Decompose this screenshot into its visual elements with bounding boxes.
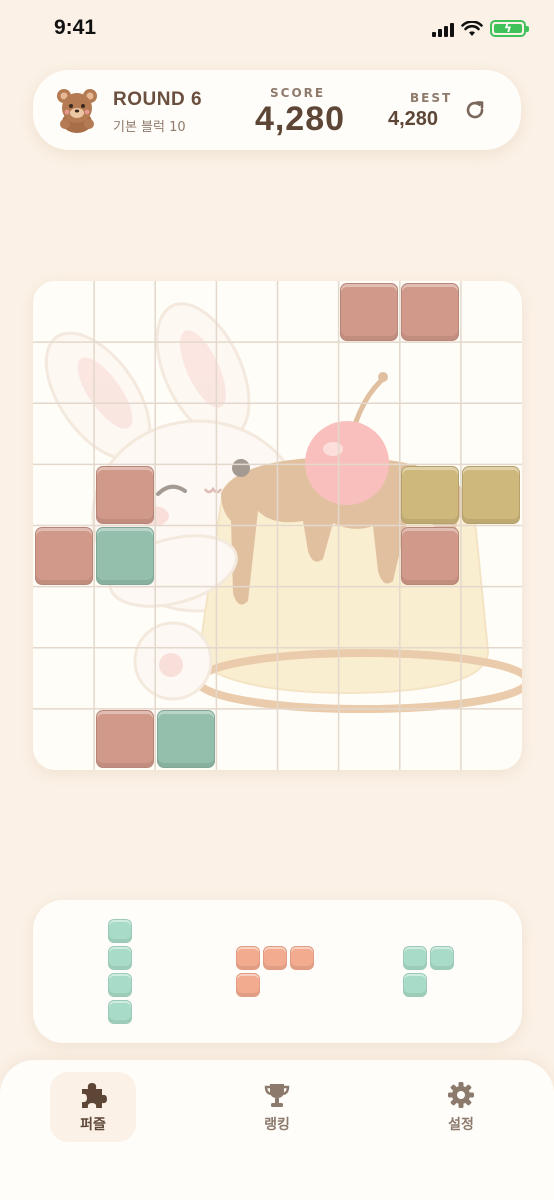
piece-cell [263,945,287,970]
placed-block-rose [401,527,460,585]
restart-icon[interactable] [461,96,489,124]
nav-item-ranking[interactable]: 랭킹 [234,1072,320,1142]
gear-icon [448,1082,474,1108]
best-value: 4,280 [388,108,439,130]
battery-charging-icon: ϟ [490,20,529,37]
piece-cell [108,999,132,1024]
piece-cell [108,918,132,943]
piece-cell [108,972,132,997]
nav-label-ranking: 랭킹 [264,1117,290,1133]
wifi-icon [461,20,483,36]
piece-cell [108,945,132,970]
placed-block-mustard [462,465,521,524]
piece-tray [33,900,522,1043]
score-header-card: ROUND 6 기본 블럭 10 SCORE 4,280 BEST 4,280 [33,70,521,150]
status-icons: ϟ [432,20,529,37]
placed-block-mustard [401,465,460,524]
score-label: SCORE [270,86,326,100]
trophy-icon [264,1084,290,1107]
placed-block-rose [95,710,154,769]
placed-block-rose [34,527,93,585]
status-bar: 9:41 ϟ [0,0,554,60]
status-time: 9:41 [54,16,97,39]
placed-block-sage [156,710,215,769]
placed-blocks [33,281,522,770]
piece-cell [290,945,314,970]
round-subtitle: 기본 블럭 10 [113,120,186,135]
placed-block-rose [95,465,154,524]
game-board[interactable] [33,281,522,770]
bear-avatar-icon [57,89,97,133]
nav-item-settings[interactable]: 설정 [418,1072,504,1142]
nav-label-puzzle: 퍼즐 [80,1117,106,1133]
cellular-signal-icon [432,21,454,37]
puzzle-icon [82,1083,107,1108]
nav-item-puzzle[interactable]: 퍼즐 [50,1072,136,1142]
placed-block-sage [95,527,154,585]
round-label: ROUND 6 [113,89,203,110]
placed-block-rose [340,282,399,341]
piece-cell [429,945,454,970]
best-label: BEST [410,91,453,105]
bottom-nav: 퍼즐 랭킹 설정 [0,1060,554,1200]
piece-cell [402,972,427,997]
score-value: 4,280 [254,100,346,138]
piece-cell [402,945,427,970]
placed-block-rose [401,282,460,341]
piece-cell [236,945,260,970]
nav-label-settings: 설정 [448,1117,474,1133]
piece-cell [236,972,260,997]
piece-i-vertical[interactable] [108,918,132,1024]
piece-corner[interactable] [402,945,454,997]
piece-l[interactable] [236,945,314,997]
